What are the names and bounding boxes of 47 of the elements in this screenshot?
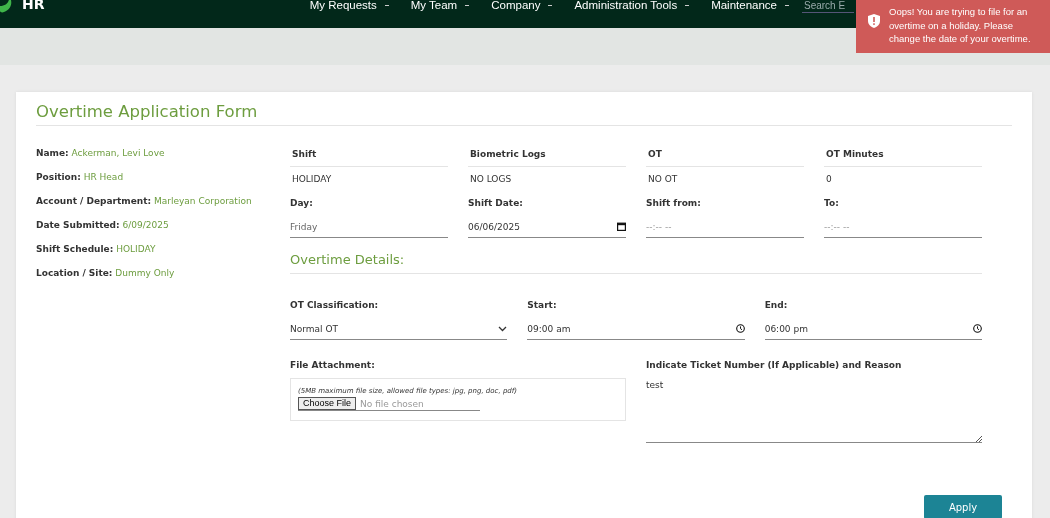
info-line: Shift Schedule: HOLIDAY: [36, 243, 157, 256]
calendar-icon[interactable]: [617, 222, 626, 231]
input-field[interactable]: Friday: [290, 216, 448, 238]
field-label: End:: [764, 299, 789, 312]
field-label: Start:: [527, 299, 558, 312]
reason-textarea[interactable]: test: [646, 378, 982, 443]
field-label: Day:: [290, 197, 314, 210]
info-line: Account / Department: Marleyan Corporation: [36, 195, 253, 208]
column-header: Biometric Logs: [468, 146, 626, 167]
nav-menu-item[interactable]: My Requests: [298, 0, 400, 13]
nav-menu-item[interactable]: My Team: [399, 0, 481, 13]
form-title: Overtime Application Form: [36, 102, 1012, 126]
time-field[interactable]: 09:00 am: [527, 318, 745, 340]
field-label: Shift from:: [646, 197, 702, 210]
section-title: Overtime Details:: [290, 252, 982, 274]
info-line: Position: HR Head: [36, 171, 125, 184]
nav-menu-item[interactable]: Administration Tools: [563, 0, 701, 13]
nav-menu-item[interactable]: Maintenance: [700, 0, 800, 13]
time-field[interactable]: 06:00 pm: [764, 318, 982, 340]
clock-icon[interactable]: [973, 324, 982, 333]
field-label: To:: [824, 197, 840, 210]
info-line: Date Submitted: 6/09/2025: [36, 219, 170, 232]
info-line: Location / Site: Dummy Only: [36, 267, 176, 280]
clock-icon[interactable]: [735, 324, 745, 333]
info-line: Name: Ackerman, Levi Love: [36, 147, 166, 160]
chevron-down-icon[interactable]: [498, 325, 508, 332]
date-field[interactable]: 06/06/2025: [468, 216, 626, 238]
column-header: OT: [646, 146, 804, 167]
nav-menu-item[interactable]: Company: [480, 0, 564, 13]
field-label: Indicate Ticket Number (If Applicable) and Reason: [646, 359, 903, 372]
table-cell-text: NO LOGS: [469, 173, 513, 186]
table-cell-text: HOLIDAY: [291, 173, 333, 186]
apply-button[interactable]: Apply: [924, 495, 1002, 518]
column-header: OT Minutes: [824, 146, 982, 167]
search-field[interactable]: Search E: [802, 0, 854, 13]
table-cell-text: NO OT: [647, 173, 679, 186]
field-label: Shift Date:: [468, 197, 524, 210]
choose-file-button[interactable]: Choose File: [298, 397, 357, 410]
warning-shield-icon: [868, 14, 880, 28]
field-label: File Attachment:: [290, 359, 376, 372]
column-header: Shift: [290, 146, 448, 167]
field-label: OT Classification:: [290, 299, 380, 312]
dropdown[interactable]: Normal OT: [290, 318, 508, 340]
toast-message: Oops! You are trying to file for an overtime on a holiday. Please change the date of your overtime.: [889, 6, 1031, 44]
table-cell-text: 0: [825, 173, 833, 186]
resize-grip-icon[interactable]: [975, 435, 982, 442]
file-status: No file chosen: [360, 398, 424, 409]
